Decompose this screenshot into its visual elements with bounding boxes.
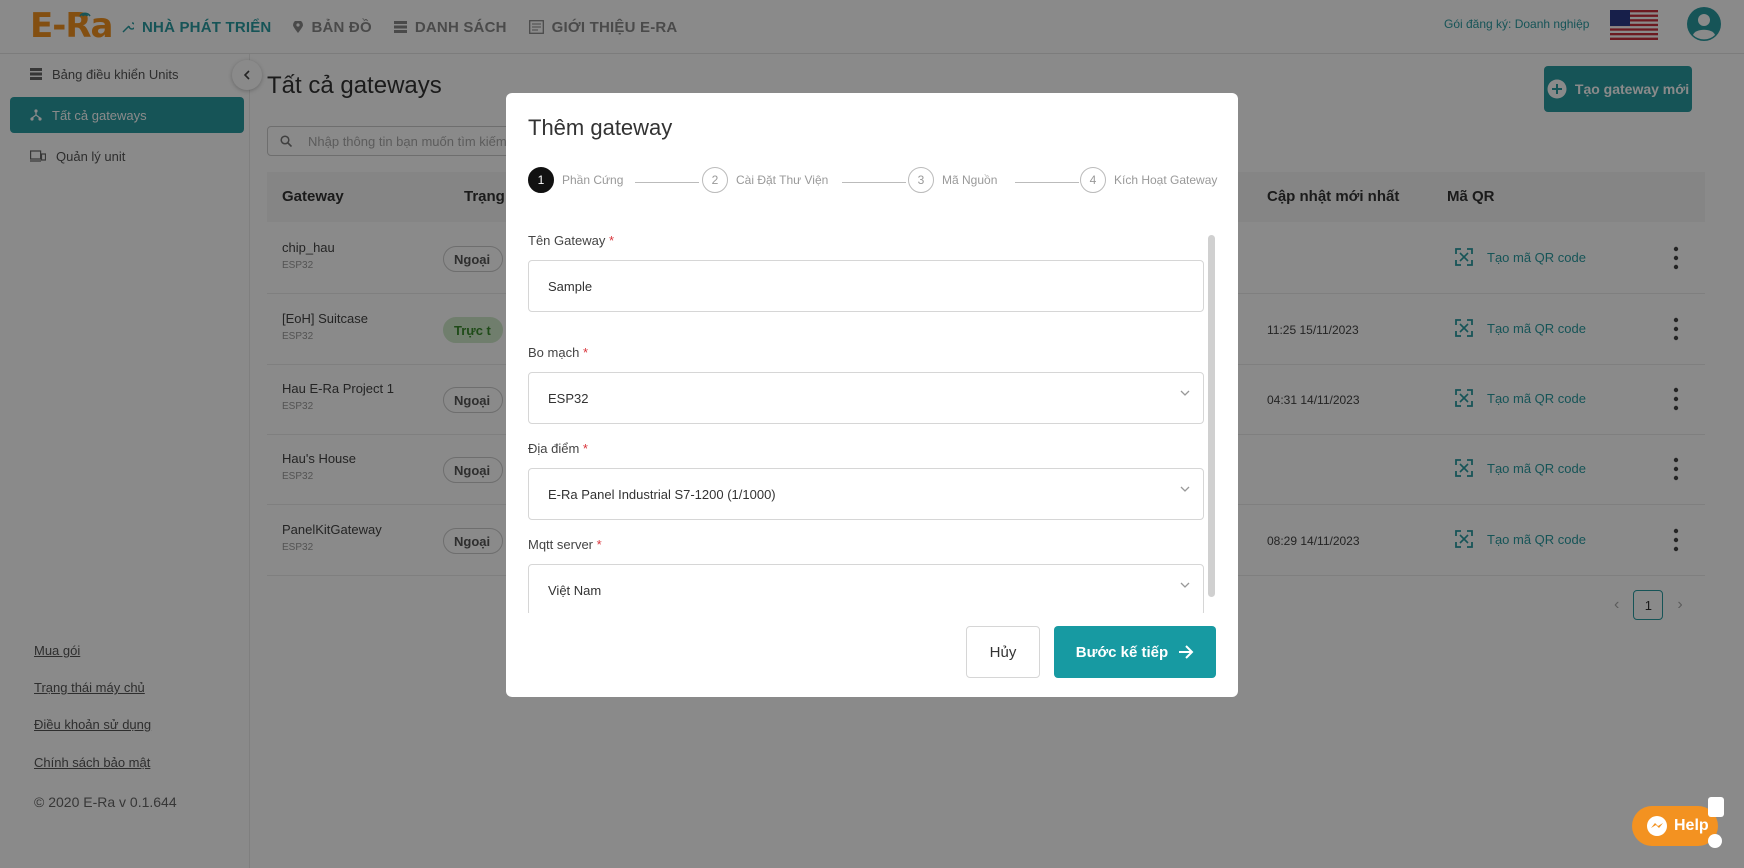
field-label-text: Địa điểm [528,441,580,456]
chevron-down-icon [1180,486,1190,492]
help-widget-dot[interactable] [1708,834,1722,848]
board-select[interactable]: ESP32 [528,372,1204,424]
step-connector [842,182,906,183]
step-number: 4 [1080,167,1106,193]
step-install-library: 2 Cài Đặt Thư Viện [702,167,828,193]
form-scrollbar[interactable] [1208,235,1215,597]
mqtt-server-label: Mqtt server * [528,537,602,552]
help-label: Help [1674,817,1709,834]
cancel-button[interactable]: Hủy [966,626,1040,678]
next-step-label: Bước kế tiếp [1075,643,1169,661]
board-value: ESP32 [548,390,589,406]
step-label: Cài Đặt Thư Viện [736,173,829,187]
dialog-title: Thêm gateway [528,115,673,140]
field-label-text: Mqtt server [528,537,594,552]
field-label-text: Tên Gateway [528,233,606,248]
arrow-right-icon [1179,645,1194,659]
stepper: 1 Phần Cứng 2 Cài Đặt Thư Viện 3 Mã Nguồ… [528,167,1218,197]
step-activate-gateway: 4 Kích Hoạt Gateway [1080,167,1217,193]
required-mark: * [596,537,602,552]
mqtt-server-select[interactable]: Việt Nam [528,564,1204,613]
step-label: Phần Cứng [562,173,624,187]
next-step-button[interactable]: Bước kế tiếp [1054,626,1216,678]
step-label: Mã Nguồn [942,173,998,187]
help-chat-button[interactable]: Help [1632,806,1718,846]
step-number: 1 [528,167,554,193]
required-mark: * [608,233,615,248]
help-widget-handle[interactable] [1708,797,1724,817]
messenger-icon [1647,816,1667,836]
location-select[interactable]: E-Ra Panel Industrial S7-1200 (1/1000) [528,468,1204,520]
location-label: Địa điểm * [528,441,588,456]
chevron-down-icon [1180,390,1190,396]
mqtt-server-value: Việt Nam [548,582,602,598]
location-value: E-Ra Panel Industrial S7-1200 (1/1000) [548,486,776,502]
gateway-name-field[interactable]: Sample [528,260,1204,312]
chevron-down-icon [1180,582,1190,588]
step-number: 3 [908,167,934,193]
gateway-form: Tên Gateway * Sample Bo mạch * ESP32 Địa… [528,233,1204,613]
field-label-text: Bo mạch [528,345,580,360]
step-label: Kích Hoạt Gateway [1114,173,1218,187]
gateway-name-label: Tên Gateway * [528,233,614,248]
board-label: Bo mạch * [528,345,588,360]
step-source-code: 3 Mã Nguồn [908,167,997,193]
step-hardware: 1 Phần Cứng [528,167,623,193]
step-number: 2 [702,167,728,193]
add-gateway-dialog: Thêm gateway 1 Phần Cứng 2 Cài Đặt Thư V… [506,93,1238,697]
step-connector [635,182,699,183]
required-mark: * [582,345,588,360]
required-mark: * [582,441,588,456]
step-connector [1015,182,1079,183]
